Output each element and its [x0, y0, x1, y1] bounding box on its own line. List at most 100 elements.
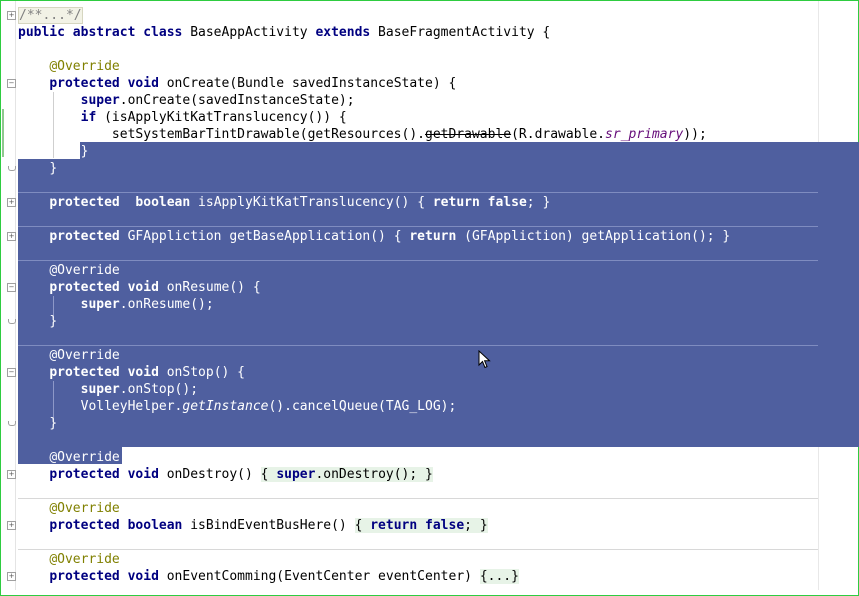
code-line-annotation[interactable]: @Override [18, 500, 119, 517]
annotation: @Override [49, 263, 120, 278]
code-text: onStop() { [158, 365, 245, 380]
type-name: GFAppliction [119, 229, 222, 244]
code-line-annotation[interactable]: @Override [18, 347, 120, 364]
annotation: @Override [49, 348, 120, 363]
code-line-annotation[interactable]: @Override [18, 449, 119, 466]
keyword: public abstract class [18, 25, 183, 40]
folded-body[interactable]: { super.onDestroy(); } [260, 467, 433, 482]
keyword: void [127, 280, 159, 295]
code-line-ondestroy[interactable]: protected void onDestroy() { super.onDes… [18, 466, 433, 483]
code-line-super-onresume[interactable]: super.onResume(); [18, 296, 214, 313]
folded-body[interactable]: { return false; } [354, 518, 488, 533]
bottom-strip [1, 590, 858, 595]
editor-gutter[interactable] [1, 1, 16, 595]
fold-end-icon[interactable] [8, 421, 16, 426]
fold-marker-icon[interactable]: + [7, 572, 16, 581]
code-line-super-oncreate[interactable]: super.onCreate(savedInstanceState); [18, 92, 355, 109]
method-separator [18, 260, 818, 261]
static-method: getInstance [182, 399, 269, 414]
keyword: protected [49, 195, 120, 210]
folded-body[interactable]: {...} [479, 569, 519, 584]
code-line-doc-comment[interactable]: /**...*/ [18, 7, 83, 24]
code-line-kitkat[interactable]: protected boolean isApplyKitKatTransluce… [18, 194, 550, 211]
mouse-pointer-icon [478, 350, 491, 369]
keyword: boolean [135, 195, 191, 210]
code-text: isApplyKitKatTranslucency() { [190, 195, 433, 210]
code-line-method-close[interactable]: } [18, 160, 57, 177]
code-line-annotation[interactable]: @Override [18, 58, 120, 75]
method-separator [18, 498, 818, 499]
keyword: super [80, 297, 120, 312]
code-text: ().cancelQueue(TAG_LOG); [268, 399, 457, 414]
field-ref: sr_primary [605, 127, 684, 142]
annotation: @Override [49, 59, 120, 74]
code-line-bindeventbus[interactable]: protected boolean isBindEventBusHere() {… [18, 517, 488, 534]
code-line-method-close[interactable]: } [18, 313, 57, 330]
code-line-onresume[interactable]: protected void onResume() { [18, 279, 261, 296]
code-line-annotation[interactable]: @Override [18, 551, 120, 568]
code-line-settint[interactable]: setSystemBarTintDrawable(getResources().… [18, 126, 707, 143]
code-text: (GFAppliction) getApplication(); } [456, 229, 731, 244]
keyword: super [80, 93, 120, 108]
code-text: .onResume(); [119, 297, 214, 312]
code-line-annotation[interactable]: @Override [18, 262, 120, 279]
keyword: void [127, 365, 159, 380]
code-text: .onStop(); [119, 382, 199, 397]
code-text: { [354, 518, 371, 533]
fold-marker-icon[interactable]: + [7, 232, 16, 241]
code-line-getbaseapp[interactable]: protected GFAppliction getBaseApplicatio… [18, 228, 730, 245]
brace: } [80, 144, 89, 159]
keyword: boolean [127, 518, 183, 533]
fold-marker-icon[interactable]: − [7, 368, 16, 377]
keyword: protected [49, 229, 120, 244]
keyword: if [80, 110, 97, 125]
code-line-super-onstop[interactable]: super.onStop(); [18, 381, 198, 398]
code-text: .onCreate(savedInstanceState); [119, 93, 355, 108]
fold-marker-icon[interactable]: + [7, 470, 16, 479]
code-text: BaseFragmentActivity { [370, 25, 551, 40]
keyword: void [127, 569, 159, 584]
code-text: getBaseApplication() { [221, 229, 410, 244]
fold-marker-icon[interactable]: − [7, 283, 16, 292]
code-text: onResume() { [158, 280, 261, 295]
fold-marker-icon[interactable]: + [7, 11, 16, 20]
keyword: protected [49, 569, 120, 584]
fold-marker-icon[interactable]: − [7, 79, 16, 88]
vcs-change-marker [2, 109, 4, 157]
keyword: extends [315, 25, 371, 40]
fold-marker-icon[interactable]: + [7, 198, 16, 207]
folded-doc-comment[interactable]: /**...*/ [18, 7, 83, 24]
code-line-if[interactable]: if (isApplyKitKatTranslucency()) { [18, 109, 347, 126]
keyword: super [80, 382, 120, 397]
keyword: return [409, 229, 457, 244]
method-separator [18, 345, 818, 346]
code-text: .onDestroy(); } [315, 467, 433, 482]
fold-marker-icon[interactable]: + [7, 521, 16, 530]
code-text: (R.drawable. [511, 127, 606, 142]
code-line-if-close[interactable]: } [18, 143, 89, 160]
code-line-onstop[interactable]: protected void onStop() { [18, 364, 245, 381]
annotation: @Override [49, 552, 120, 567]
keyword: protected [49, 467, 120, 482]
code-line-method-close[interactable]: } [18, 415, 57, 432]
code-text: ; } [526, 195, 551, 210]
code-line-volley[interactable]: VolleyHelper.getInstance().cancelQueue(T… [18, 398, 457, 415]
keyword: protected [49, 76, 120, 91]
code-line-oncreate[interactable]: protected void onCreate(Bundle savedInst… [18, 75, 456, 92]
method-separator [18, 226, 818, 227]
fold-end-icon[interactable] [8, 166, 16, 171]
code-text: isBindEventBusHere() [182, 518, 355, 533]
code-line-class-decl[interactable]: public abstract class BaseAppActivity ex… [18, 24, 550, 41]
code-text: onEventComming(EventCenter eventCenter) [158, 569, 480, 584]
brace: } [49, 314, 58, 329]
keyword: super [276, 467, 316, 482]
keyword: protected [49, 365, 120, 380]
keyword: void [127, 467, 159, 482]
deprecated-method: getDrawable [425, 127, 512, 142]
code-line-oneventcomming[interactable]: protected void onEventComming(EventCente… [18, 568, 519, 585]
fold-end-icon[interactable] [8, 319, 16, 324]
code-text: setSystemBarTintDrawable(getResources(). [111, 127, 425, 142]
method-separator [18, 192, 818, 193]
keyword: return [370, 518, 418, 533]
keyword: false [425, 518, 465, 533]
